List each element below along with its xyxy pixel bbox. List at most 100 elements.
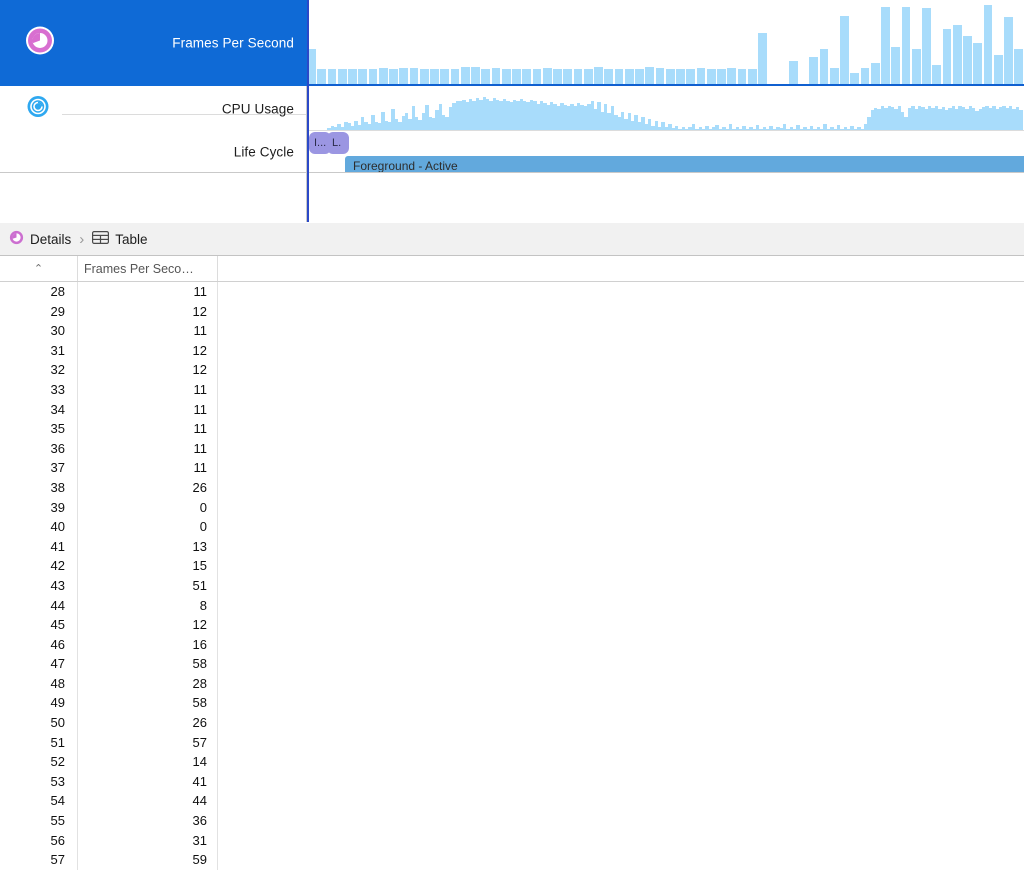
table-cell-index: 36 (0, 438, 78, 459)
table-row[interactable]: 38 26 (0, 477, 1024, 498)
table-row[interactable]: 30 11 (0, 321, 1024, 341)
fps-bar (747, 69, 757, 84)
table-cell-frames-per-second: 12 (78, 340, 218, 361)
table-cell-filler (218, 752, 1024, 772)
table-row[interactable]: 33 11 (0, 379, 1024, 400)
table-row[interactable]: 32 12 (0, 360, 1024, 380)
table-row[interactable]: 41 13 (0, 536, 1024, 557)
table-cell-frames-per-second: 0 (78, 497, 218, 518)
fps-bar (409, 68, 419, 84)
table-cell-filler (218, 341, 1024, 361)
fps-bar (430, 69, 439, 84)
table-row[interactable]: 49 58 (0, 693, 1024, 714)
track-header-life-cycle[interactable]: Life Cycle (0, 131, 307, 172)
table-row[interactable]: 53 41 (0, 771, 1024, 792)
table-cell-index: 41 (0, 536, 78, 557)
table-cell-index: 56 (0, 830, 78, 851)
table-row[interactable]: 50 26 (0, 713, 1024, 733)
table-cell-frames-per-second: 11 (78, 419, 218, 439)
details-table: ⌃ Frames Per Seco… 28 11 29 12 30 11 31 12 32 12 3… (0, 256, 1024, 872)
table-row[interactable]: 37 11 (0, 458, 1024, 478)
column-header-frames-per-second[interactable]: Frames Per Seco… (78, 256, 218, 281)
table-row[interactable]: 44 8 (0, 595, 1024, 616)
table-row[interactable]: 34 11 (0, 399, 1024, 420)
table-row[interactable]: 42 15 (0, 556, 1024, 576)
table-row[interactable]: 52 14 (0, 752, 1024, 772)
column-header-index[interactable]: ⌃ (0, 256, 78, 281)
table-cell-filler (218, 791, 1024, 811)
fps-bar (860, 68, 870, 84)
table-cell-filler (218, 615, 1024, 635)
fps-bar (553, 69, 562, 84)
track-graph-frames-per-second[interactable] (307, 0, 1024, 86)
table-cell-frames-per-second: 11 (78, 321, 218, 341)
track-row-frames-per-second[interactable]: Frames Per Second (0, 0, 1024, 86)
table-cell-index: 30 (0, 321, 78, 341)
fps-bar (317, 69, 326, 84)
table-row[interactable]: 35 11 (0, 419, 1024, 439)
fps-bar (419, 69, 429, 84)
sort-ascending-icon[interactable]: ⌃ (34, 262, 43, 275)
table-row[interactable]: 46 16 (0, 634, 1024, 655)
track-graph-life-cycle[interactable]: I... L. Foreground - Active (307, 131, 1024, 172)
fps-bar (440, 69, 449, 84)
table-cell-frames-per-second: 13 (78, 536, 218, 557)
track-header-cpu-usage[interactable]: CPU Usage (0, 86, 307, 131)
fps-bar (573, 69, 583, 84)
table-row[interactable]: 57 59 (0, 850, 1024, 870)
table-row[interactable]: 45 12 (0, 615, 1024, 635)
table-cell-index: 44 (0, 595, 78, 616)
table-row[interactable]: 40 0 (0, 517, 1024, 537)
table-cell-filler (218, 282, 1024, 302)
fps-bar (727, 68, 736, 84)
table-row[interactable]: 29 12 (0, 301, 1024, 322)
fps-bar (870, 62, 880, 84)
track-graph-cpu-usage[interactable] (307, 86, 1024, 131)
table-row[interactable]: 28 11 (0, 282, 1024, 302)
table-cell-frames-per-second: 28 (78, 673, 218, 694)
table-row[interactable]: 39 0 (0, 497, 1024, 518)
table-cell-filler (218, 576, 1024, 596)
table-cell-filler (218, 831, 1024, 851)
lifecycle-badge[interactable]: L. (327, 132, 349, 154)
table-row[interactable]: 47 58 (0, 654, 1024, 674)
fps-bar-chart (307, 4, 1024, 84)
breadcrumb-table[interactable]: Table (92, 231, 148, 247)
table-cell-frames-per-second: 16 (78, 634, 218, 655)
breadcrumb-details[interactable]: Details (9, 230, 71, 248)
table-row[interactable]: 31 12 (0, 340, 1024, 361)
table-cell-frames-per-second: 12 (78, 615, 218, 635)
table-cell-frames-per-second: 15 (78, 556, 218, 576)
table-cell-index: 45 (0, 615, 78, 635)
table-row[interactable]: 36 11 (0, 438, 1024, 459)
table-cell-filler (218, 537, 1024, 557)
track-row-life-cycle[interactable]: Life Cycle I... L. Foreground - Active (0, 131, 1024, 172)
table-cell-index: 55 (0, 811, 78, 831)
table-cell-filler (218, 439, 1024, 459)
fps-bar (676, 69, 685, 84)
fps-bar (809, 57, 818, 84)
table-row[interactable]: 54 44 (0, 791, 1024, 812)
table-row[interactable]: 48 28 (0, 673, 1024, 694)
fps-bar (1014, 49, 1023, 84)
table-cell-index: 40 (0, 517, 78, 537)
playhead-indicator[interactable] (307, 0, 309, 222)
fps-bar (963, 36, 972, 84)
table-row[interactable]: 56 31 (0, 830, 1024, 851)
track-row-empty[interactable] (0, 172, 1024, 222)
lifecycle-foreground-active-bar[interactable]: Foreground - Active (345, 156, 1024, 172)
cpu-spiral-icon (25, 93, 51, 124)
table-row[interactable]: 51 57 (0, 732, 1024, 753)
track-header-frames-per-second[interactable]: Frames Per Second (0, 0, 307, 86)
table-row[interactable]: 55 36 (0, 811, 1024, 831)
track-row-cpu-usage[interactable]: CPU Usage (0, 86, 1024, 131)
table-cell-filler (218, 693, 1024, 713)
table-cell-frames-per-second: 59 (78, 850, 218, 870)
table-row[interactable]: 43 51 (0, 575, 1024, 596)
fps-bar (881, 6, 890, 84)
fps-bar (942, 29, 952, 84)
table-cell-filler (218, 360, 1024, 380)
breadcrumb-separator-icon: › (79, 230, 85, 248)
table-cell-filler (218, 498, 1024, 518)
breadcrumb-table-label: Table (115, 231, 148, 247)
